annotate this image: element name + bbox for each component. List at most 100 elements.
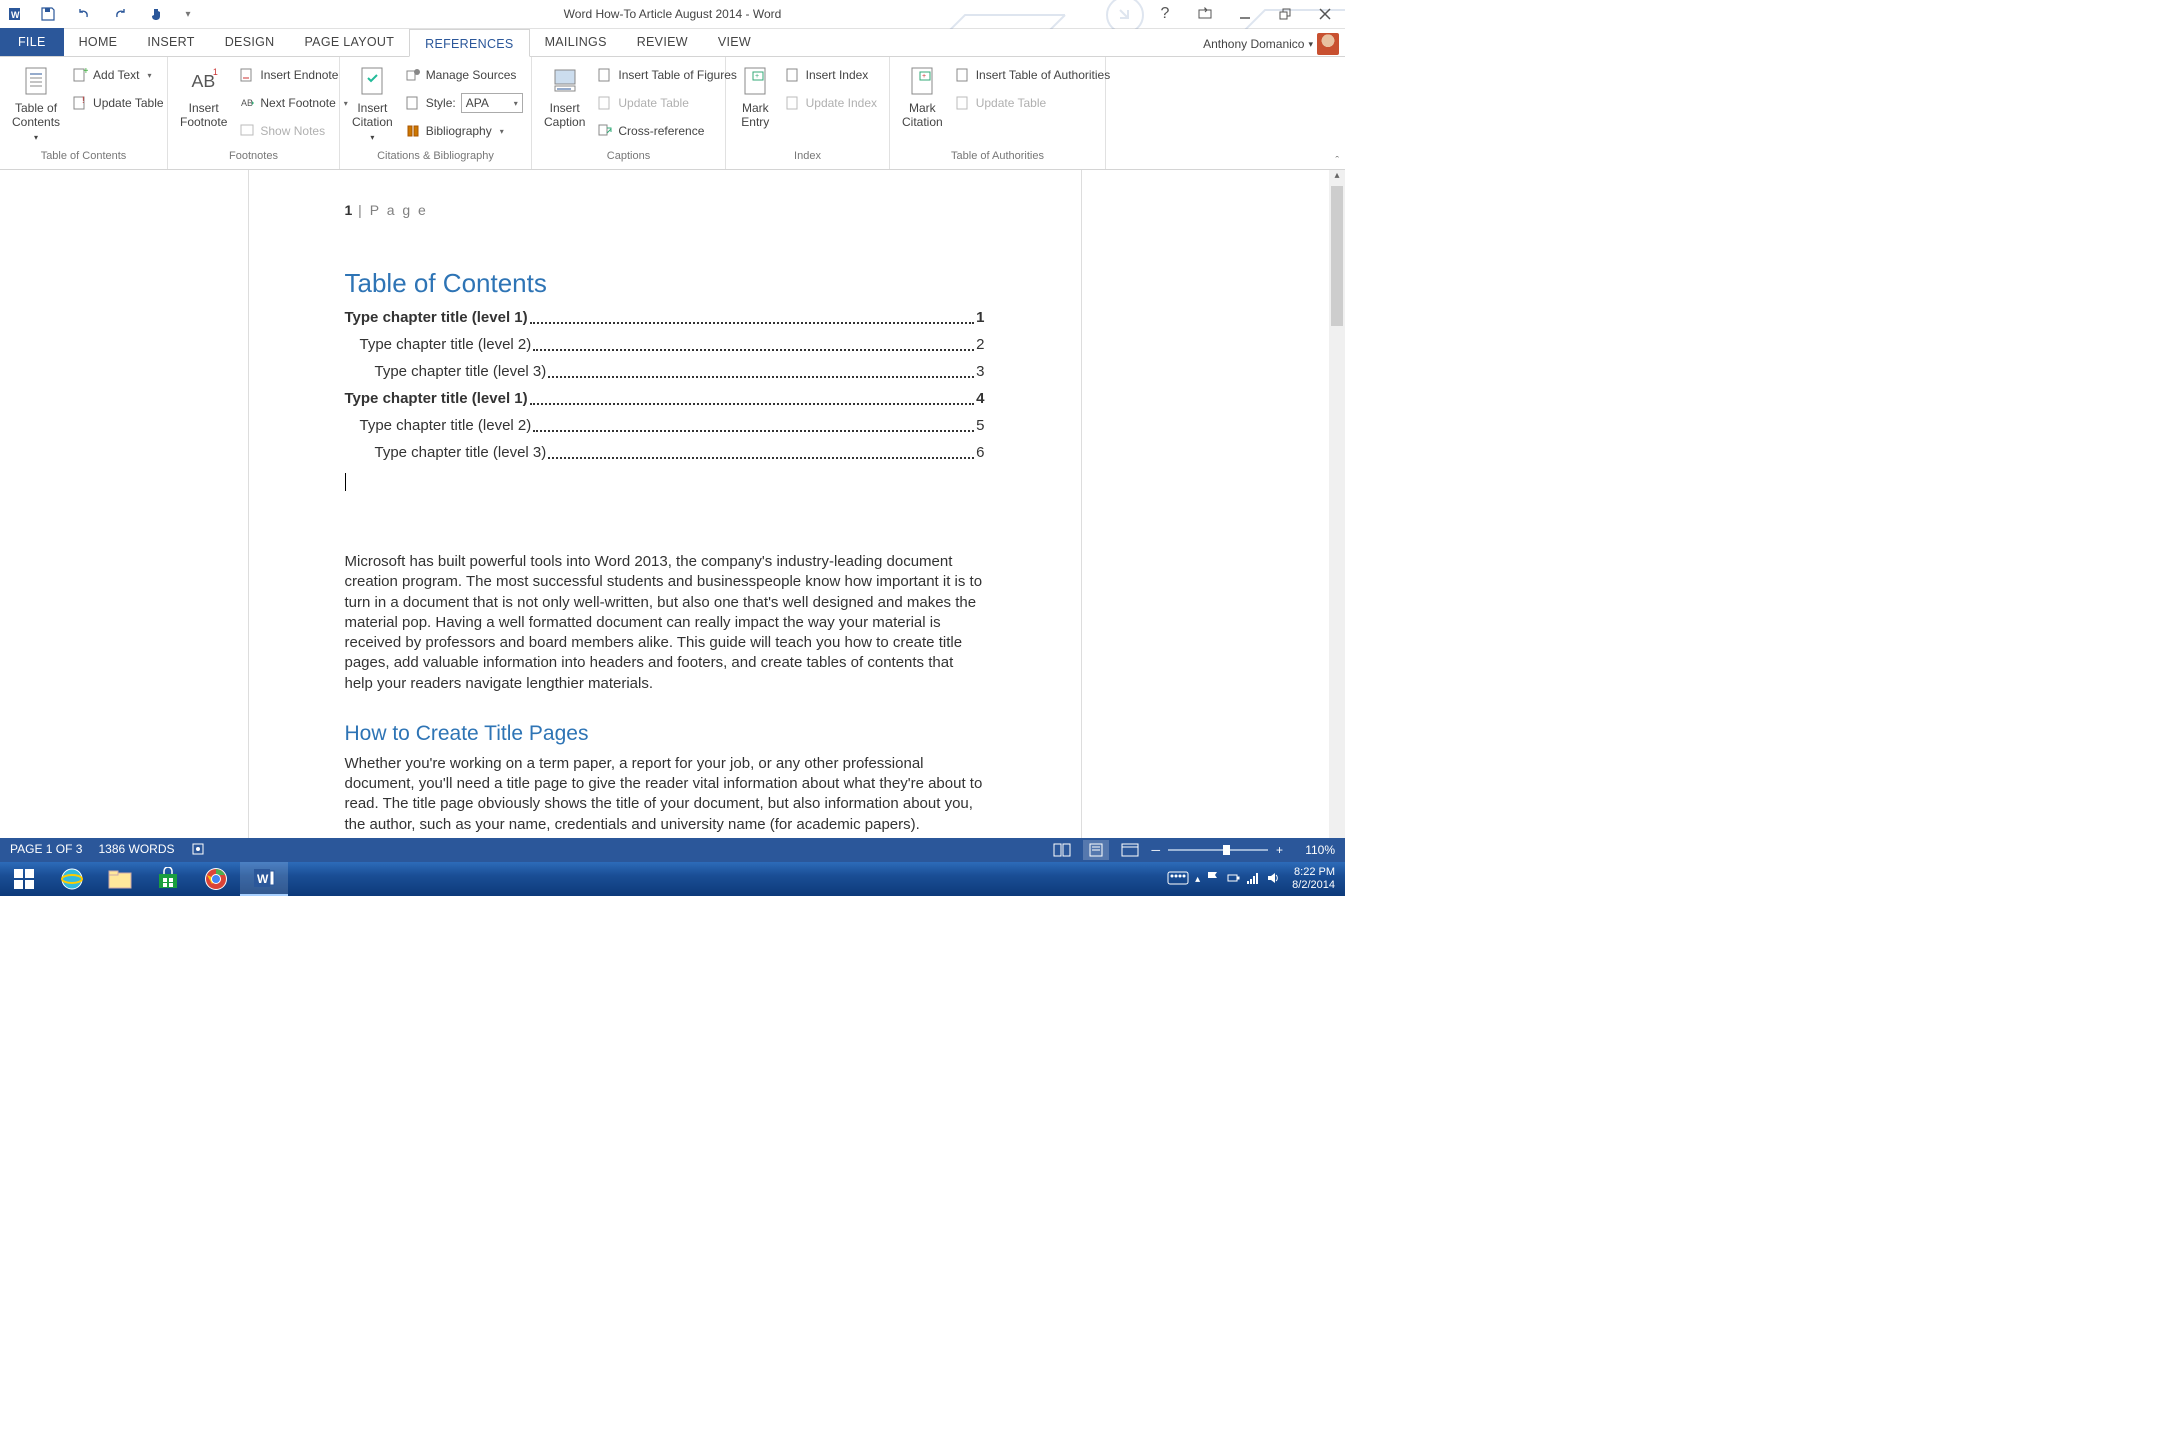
insert-endnote-button[interactable]: Insert Endnote bbox=[233, 61, 353, 89]
page-count[interactable]: PAGE 1 OF 3 bbox=[10, 842, 82, 859]
update-index-button[interactable]: Update Index bbox=[779, 89, 883, 117]
insert-index-button[interactable]: Insert Index bbox=[779, 61, 883, 89]
scroll-thumb[interactable] bbox=[1331, 186, 1343, 326]
start-button[interactable] bbox=[0, 862, 48, 896]
tab-design[interactable]: DESIGN bbox=[210, 28, 290, 56]
citation-style-field[interactable]: Style: APA▾ bbox=[399, 89, 529, 117]
svg-text:+: + bbox=[755, 73, 759, 80]
insert-citation-button[interactable]: Insert Citation ▾ bbox=[346, 61, 399, 145]
tab-insert[interactable]: INSERT bbox=[132, 28, 209, 56]
captions-update-table-button[interactable]: Update Table bbox=[591, 89, 743, 117]
insert-caption-button[interactable]: Insert Caption bbox=[538, 61, 591, 129]
undo-button[interactable] bbox=[66, 0, 102, 28]
toc-entry: Type chapter title (level 1)4 bbox=[345, 388, 985, 409]
zoom-in-button[interactable]: + bbox=[1276, 843, 1283, 857]
insert-index-icon bbox=[785, 67, 801, 83]
network-icon[interactable] bbox=[1246, 871, 1260, 888]
add-text-icon: + bbox=[72, 67, 88, 83]
citation-style-select[interactable]: APA▾ bbox=[461, 93, 523, 113]
group-label-captions: Captions bbox=[532, 150, 725, 169]
show-hidden-icons-button[interactable]: ▴ bbox=[1195, 874, 1200, 885]
window-controls: ? bbox=[1145, 0, 1345, 28]
quick-access-toolbar: W ▾ bbox=[0, 0, 202, 28]
zoom-slider[interactable] bbox=[1168, 849, 1268, 851]
zoom-out-button[interactable]: ─ bbox=[1151, 843, 1160, 857]
toc-entry: Type chapter title (level 2)2 bbox=[345, 334, 985, 355]
document-area[interactable]: 1 | P a g e Table of Contents Type chapt… bbox=[0, 170, 1329, 862]
ribbon-display-button[interactable] bbox=[1185, 0, 1225, 28]
text-cursor bbox=[345, 473, 346, 491]
user-account[interactable]: Anthony Domanico ▾ bbox=[1203, 33, 1339, 55]
status-bar: PAGE 1 OF 3 1386 WORDS ─ + 110% bbox=[0, 838, 1345, 862]
document-page[interactable]: 1 | P a g e Table of Contents Type chapt… bbox=[248, 170, 1082, 862]
input-indicator-icon[interactable] bbox=[1167, 871, 1189, 888]
window-title: Word How-To Article August 2014 - Word bbox=[564, 7, 782, 21]
zoom-level[interactable]: 110% bbox=[1291, 843, 1335, 857]
qat-customize-button[interactable]: ▾ bbox=[174, 0, 202, 28]
save-button[interactable] bbox=[30, 0, 66, 28]
insert-table-of-figures-button[interactable]: Insert Table of Figures bbox=[591, 61, 743, 89]
flag-icon[interactable] bbox=[1206, 871, 1220, 888]
toc-entry: Type chapter title (level 2)5 bbox=[345, 415, 985, 436]
mark-entry-button[interactable]: + Mark Entry bbox=[732, 61, 779, 129]
tab-review[interactable]: REVIEW bbox=[622, 28, 703, 56]
word-app-icon[interactable]: W bbox=[2, 0, 30, 28]
cross-reference-button[interactable]: Cross-reference bbox=[591, 117, 743, 145]
svg-text:+: + bbox=[83, 67, 88, 77]
vertical-scrollbar[interactable]: ▴ ▾ bbox=[1329, 170, 1345, 862]
tab-home[interactable]: HOME bbox=[64, 28, 133, 56]
show-notes-button[interactable]: Show Notes bbox=[233, 117, 353, 145]
add-text-button[interactable]: +Add Text bbox=[66, 61, 170, 89]
next-footnote-button[interactable]: ABNext Footnote bbox=[233, 89, 353, 117]
scroll-up-button[interactable]: ▴ bbox=[1329, 170, 1345, 186]
ie-taskbar-button[interactable] bbox=[48, 862, 96, 896]
collapse-ribbon-button[interactable]: ˆ bbox=[1335, 155, 1339, 167]
toc-container: Type chapter title (level 1)1Type chapte… bbox=[345, 307, 985, 463]
minimize-button[interactable] bbox=[1225, 0, 1265, 28]
redo-button[interactable] bbox=[102, 0, 138, 28]
tab-file[interactable]: FILE bbox=[0, 28, 64, 56]
table-of-contents-button[interactable]: Table of Contents ▾ bbox=[6, 61, 66, 145]
page-header: 1 | P a g e bbox=[345, 170, 985, 268]
update-table-button[interactable]: !Update Table bbox=[66, 89, 170, 117]
toc-entry: Type chapter title (level 3)6 bbox=[345, 442, 985, 463]
volume-icon[interactable] bbox=[1266, 871, 1280, 888]
restore-button[interactable] bbox=[1265, 0, 1305, 28]
footnote-icon: AB1 bbox=[188, 63, 220, 99]
user-name: Anthony Domanico bbox=[1203, 37, 1304, 51]
help-button[interactable]: ? bbox=[1145, 0, 1185, 28]
tab-view[interactable]: VIEW bbox=[703, 28, 766, 56]
touch-mode-button[interactable] bbox=[138, 0, 174, 28]
mark-citation-icon: + bbox=[906, 63, 938, 99]
tab-page-layout[interactable]: PAGE LAYOUT bbox=[289, 28, 409, 56]
manage-sources-button[interactable]: Manage Sources bbox=[399, 61, 529, 89]
clock[interactable]: 8:22 PM 8/2/2014 bbox=[1286, 866, 1341, 892]
battery-icon[interactable] bbox=[1226, 871, 1240, 888]
mark-citation-button[interactable]: + Mark Citation bbox=[896, 61, 949, 129]
word-taskbar-button[interactable]: W bbox=[240, 862, 288, 896]
store-taskbar-button[interactable] bbox=[144, 862, 192, 896]
file-explorer-taskbar-button[interactable] bbox=[96, 862, 144, 896]
update-index-icon bbox=[785, 95, 801, 111]
print-layout-button[interactable] bbox=[1083, 840, 1109, 860]
svg-text:AB: AB bbox=[191, 71, 215, 91]
read-mode-button[interactable] bbox=[1049, 840, 1075, 860]
group-label-authorities: Table of Authorities bbox=[890, 150, 1105, 169]
taskbar: W ▴ 8:22 PM 8/2/2014 bbox=[0, 862, 1345, 896]
close-button[interactable] bbox=[1305, 0, 1345, 28]
toc-icon bbox=[20, 63, 52, 99]
macro-recording-button[interactable] bbox=[191, 842, 205, 859]
caption-icon bbox=[549, 63, 581, 99]
update-toa-icon bbox=[955, 95, 971, 111]
word-count[interactable]: 1386 WORDS bbox=[98, 842, 174, 859]
web-layout-button[interactable] bbox=[1117, 840, 1143, 860]
authorities-update-table-button[interactable]: Update Table bbox=[949, 89, 1117, 117]
insert-footnote-button[interactable]: AB1 Insert Footnote bbox=[174, 61, 233, 129]
tab-references[interactable]: REFERENCES bbox=[409, 29, 529, 57]
next-footnote-icon: AB bbox=[239, 95, 255, 111]
insert-table-of-authorities-button[interactable]: Insert Table of Authorities bbox=[949, 61, 1117, 89]
svg-text:W: W bbox=[257, 872, 269, 886]
chrome-taskbar-button[interactable] bbox=[192, 862, 240, 896]
tab-mailings[interactable]: MAILINGS bbox=[530, 28, 622, 56]
bibliography-button[interactable]: Bibliography bbox=[399, 117, 529, 145]
